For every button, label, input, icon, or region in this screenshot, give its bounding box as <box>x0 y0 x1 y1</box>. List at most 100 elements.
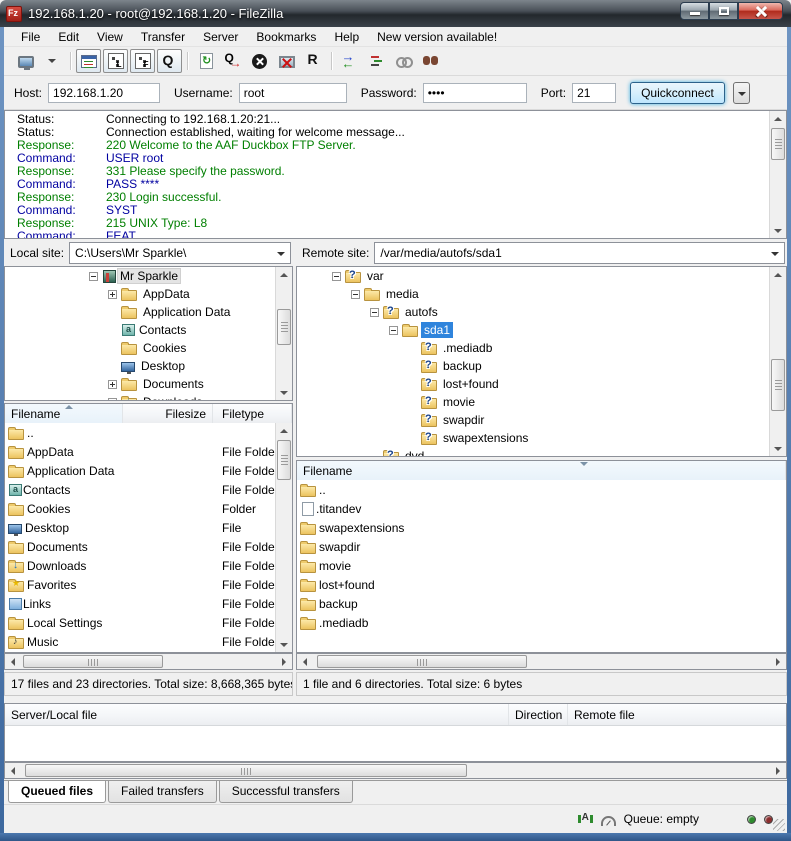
scroll-up-icon[interactable] <box>770 267 787 282</box>
queue-tab[interactable]: Successful transfers <box>219 781 353 803</box>
column-header-server-local-file[interactable]: Server/Local file <box>5 704 509 725</box>
toolbar-button[interactable] <box>337 49 362 73</box>
menu-item[interactable]: Edit <box>49 28 88 46</box>
toolbar-button[interactable] <box>247 49 272 73</box>
minimize-button[interactable] <box>680 2 709 20</box>
scrollbar-thumb[interactable] <box>25 764 467 777</box>
tree-item[interactable]: AppData <box>5 285 292 303</box>
column-header-filesize[interactable]: Filesize <box>123 404 213 423</box>
column-header-filename[interactable]: Filename <box>297 461 786 480</box>
toolbar-button[interactable] <box>76 49 101 73</box>
toolbar-button[interactable] <box>130 49 155 73</box>
tree-item[interactable]: sda1 <box>297 321 786 339</box>
plus-icon[interactable] <box>108 380 117 389</box>
none-icon[interactable] <box>408 416 417 425</box>
local-site-combo[interactable]: C:\Users\Mr Sparkle\ <box>69 242 291 264</box>
tree-item[interactable]: media <box>297 285 786 303</box>
tree-item[interactable]: Cookies <box>5 339 292 357</box>
none-icon[interactable] <box>370 452 379 458</box>
host-input[interactable] <box>48 83 160 103</box>
toolbar-button[interactable] <box>274 49 299 73</box>
plus-icon[interactable] <box>108 398 117 402</box>
file-row[interactable]: Music File Folder <box>5 632 292 651</box>
scroll-right-icon[interactable] <box>769 763 786 778</box>
scrollbar-thumb[interactable] <box>317 655 527 668</box>
file-row[interactable]: AppData File Folder <box>5 442 292 461</box>
menu-item[interactable]: File <box>12 28 49 46</box>
scroll-right-icon[interactable] <box>769 654 786 669</box>
none-icon[interactable] <box>408 380 417 389</box>
toolbar-button[interactable] <box>67 49 74 73</box>
scroll-left-icon[interactable] <box>5 763 22 778</box>
toolbar-button[interactable] <box>184 49 191 73</box>
file-row[interactable]: .. <box>297 480 786 499</box>
file-row[interactable]: Links File Folder <box>5 594 292 613</box>
file-row[interactable]: .mediadb <box>297 613 786 632</box>
menu-item[interactable]: Transfer <box>132 28 194 46</box>
log-scrollbar[interactable] <box>769 111 786 238</box>
minus-icon[interactable] <box>89 272 98 281</box>
port-input[interactable] <box>572 83 616 103</box>
minus-icon[interactable] <box>389 326 398 335</box>
password-input[interactable] <box>423 83 527 103</box>
none-icon[interactable] <box>108 326 117 335</box>
none-icon[interactable] <box>108 308 117 317</box>
quickconnect-dropdown-button[interactable] <box>733 82 750 104</box>
file-row[interactable]: Favorites File Folder <box>5 575 292 594</box>
close-button[interactable] <box>738 2 783 20</box>
scroll-up-icon[interactable] <box>276 423 293 438</box>
tree-item[interactable]: backup <box>297 357 786 375</box>
file-row[interactable]: Desktop File <box>5 518 292 537</box>
tree-item[interactable]: .mediadb <box>297 339 786 357</box>
toolbar-button[interactable] <box>193 49 218 73</box>
tree-item[interactable]: movie <box>297 393 786 411</box>
none-icon[interactable] <box>408 344 417 353</box>
remote-tree-scrollbar[interactable] <box>769 267 786 456</box>
toolbar-button[interactable] <box>364 49 389 73</box>
column-header-filename[interactable]: Filename <box>5 404 123 423</box>
menu-item[interactable]: New version available! <box>368 28 506 46</box>
scrollbar-thumb[interactable] <box>23 655 163 668</box>
scroll-left-icon[interactable] <box>297 654 314 669</box>
menu-item[interactable]: Bookmarks <box>247 28 325 46</box>
scroll-down-icon[interactable] <box>770 223 787 238</box>
quickconnect-button[interactable]: Quickconnect <box>630 82 725 104</box>
file-row[interactable]: backup <box>297 594 786 613</box>
file-row[interactable]: swapdir <box>297 537 786 556</box>
file-row[interactable]: .. <box>5 423 292 442</box>
plus-icon[interactable] <box>108 290 117 299</box>
toolbar-button[interactable] <box>418 49 443 73</box>
maximize-button[interactable] <box>709 2 738 20</box>
queue-tab[interactable]: Failed transfers <box>108 781 217 803</box>
toolbar-button[interactable] <box>157 49 182 73</box>
scrollbar-thumb[interactable] <box>771 128 785 160</box>
minus-icon[interactable] <box>351 290 360 299</box>
scrollbar-thumb[interactable] <box>771 359 785 411</box>
file-row[interactable]: Contacts File Folder <box>5 480 292 499</box>
file-row[interactable]: Application Data File Folder <box>5 461 292 480</box>
scroll-down-icon[interactable] <box>276 385 293 400</box>
queue-tab[interactable]: Queued files <box>8 781 106 803</box>
tree-item[interactable]: swapextensions <box>297 429 786 447</box>
scroll-up-icon[interactable] <box>276 267 293 282</box>
toolbar-button[interactable] <box>103 49 128 73</box>
toolbar-button[interactable] <box>13 49 38 73</box>
tree-item[interactable]: Contacts <box>5 321 292 339</box>
column-header-direction[interactable]: Direction <box>509 704 568 725</box>
toolbar-button[interactable] <box>328 49 335 73</box>
resize-grip[interactable] <box>773 819 785 831</box>
toolbar-button[interactable] <box>40 49 65 73</box>
tree-item[interactable]: Desktop <box>5 357 292 375</box>
menu-item[interactable]: Help <box>325 28 368 46</box>
menu-item[interactable]: Server <box>194 28 247 46</box>
titlebar[interactable]: 192.168.1.20 - root@192.168.1.20 - FileZ… <box>0 0 791 27</box>
none-icon[interactable] <box>408 434 417 443</box>
toolbar-button[interactable] <box>301 49 326 73</box>
minus-icon[interactable] <box>370 308 379 317</box>
tree-item[interactable]: autofs <box>297 303 786 321</box>
tree-item[interactable]: dvd <box>297 447 786 457</box>
file-row[interactable]: Downloads File Folder <box>5 556 292 575</box>
local-list-hscrollbar[interactable] <box>4 653 293 670</box>
toolbar-button[interactable] <box>220 49 245 73</box>
file-row[interactable]: swapextensions <box>297 518 786 537</box>
